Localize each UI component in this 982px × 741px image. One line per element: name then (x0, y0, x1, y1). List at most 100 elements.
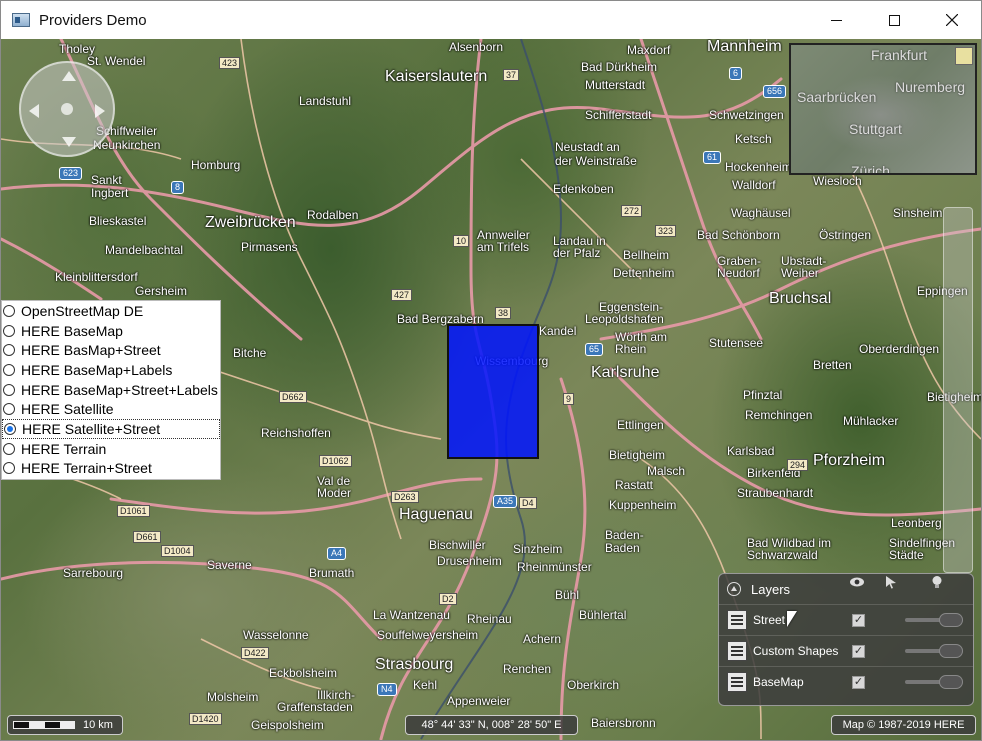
place-label: Mutterstadt (585, 78, 646, 92)
place-label: Mandelbachtal (105, 243, 184, 257)
provider-option[interactable]: HERE BaseMap+Labels (2, 360, 220, 380)
custom-shape-rectangle[interactable] (447, 324, 539, 459)
place-label: Bad Schönborn (697, 228, 780, 242)
place-label: am Trifels (477, 240, 530, 254)
place-label: Homburg (191, 158, 241, 172)
radio-button[interactable] (3, 304, 15, 317)
layer-visibility-checkbox[interactable]: ✓ (852, 613, 865, 627)
place-label: Renchen (503, 662, 552, 676)
place-label: der Weinstraße (555, 154, 637, 168)
place-label: Karlsruhe (591, 364, 660, 381)
pointer-icon[interactable] (883, 574, 899, 590)
provider-option[interactable]: HERE BasMap+Street (2, 340, 220, 360)
road-number: 272 (621, 205, 643, 217)
radio-button[interactable] (3, 324, 15, 337)
layer-icon (727, 672, 747, 692)
title-bar[interactable]: Providers Demo (1, 1, 981, 39)
provider-option[interactable]: HERE BaseMap+Street+Labels (2, 380, 220, 400)
provider-option[interactable]: HERE BaseMap (2, 321, 220, 341)
place-label: Saverne (207, 558, 252, 572)
navigation-control[interactable] (19, 61, 115, 157)
place-label: Graffenstaden (277, 700, 353, 714)
app-icon (12, 13, 30, 27)
place-label: Strasbourg (375, 656, 454, 673)
zoom-slider[interactable] (943, 207, 973, 573)
mouse-cursor-icon (787, 611, 797, 627)
scale-label: 10 km (83, 719, 113, 731)
layer-label: Custom Shapes (753, 644, 839, 658)
place-label: Bruchsal (769, 290, 832, 307)
layer-visibility-checkbox[interactable]: ✓ (852, 644, 865, 658)
layer-opacity-slider[interactable] (905, 675, 963, 689)
layer-visibility-checkbox[interactable]: ✓ (852, 675, 865, 689)
road-number: D4 (519, 497, 537, 509)
minimize-icon (830, 19, 842, 21)
place-label: Kaiserslautern (385, 68, 488, 85)
close-button[interactable] (929, 1, 975, 39)
road-number: 37 (503, 69, 520, 81)
place-label: Zweibrücken (205, 214, 296, 231)
provider-option[interactable]: OpenStreetMap DE (2, 301, 220, 321)
place-label: Wasselonne (243, 628, 309, 642)
place-label: Bellheim (623, 248, 670, 262)
slider-knob[interactable] (939, 644, 963, 658)
place-label: Schwetzingen (709, 108, 784, 122)
place-label: Bretten (813, 358, 852, 372)
minimap-label: Frankfurt (871, 47, 928, 63)
minimap[interactable]: Frankfurt Nuremberg Saarbrücken Stuttgart Zü… (789, 43, 977, 175)
provider-option-label: HERE BaseMap+Street+Labels (21, 381, 218, 398)
road-number: 38 (495, 307, 512, 319)
radio-button[interactable] (4, 422, 16, 435)
place-label: Schifferstadt (585, 108, 652, 122)
road-number: D662 (279, 391, 307, 403)
close-icon (946, 14, 958, 26)
place-label: Rheinmünster (517, 560, 592, 574)
collapse-icon[interactable] (727, 582, 741, 596)
radio-button[interactable] (3, 442, 15, 455)
map-view[interactable]: Tholey St. Wendel Alsenborn Maxdorf Mannheim… (1, 39, 981, 740)
place-label: Wiesloch (813, 174, 862, 188)
road-number: D1062 (319, 455, 352, 467)
radio-button[interactable] (3, 383, 15, 396)
place-label: Baden (605, 541, 640, 555)
place-label: Alsenborn (449, 40, 504, 54)
provider-option[interactable]: HERE Terrain+Street (2, 459, 220, 479)
pan-center-icon[interactable] (61, 103, 73, 115)
slider-knob[interactable] (939, 675, 963, 689)
pan-up-icon[interactable] (62, 71, 76, 81)
maximize-button[interactable] (871, 1, 917, 39)
layer-opacity-slider[interactable] (905, 613, 963, 627)
radio-button[interactable] (3, 363, 15, 376)
place-label: Rodalben (307, 208, 359, 222)
layers-panel: Layers Street ✓ Custom Shapes ✓ BaseMap ✓ (718, 573, 974, 706)
place-label: Neustadt an (555, 140, 620, 154)
layer-opacity-slider[interactable] (905, 644, 963, 658)
road-shield: A4 (327, 547, 347, 560)
provider-option[interactable]: HERE Terrain (2, 439, 220, 459)
place-label: Schwarzwald (747, 548, 818, 562)
provider-option[interactable]: HERE Satellite (2, 399, 220, 419)
place-label: Drusenheim (437, 554, 502, 568)
radio-button[interactable] (3, 462, 15, 475)
road-shield: 8 (171, 181, 185, 194)
layers-title: Layers (751, 581, 791, 597)
place-label: Edenkoben (553, 182, 614, 196)
road-shield: 656 (763, 85, 787, 98)
eye-icon[interactable] (849, 574, 865, 590)
provider-option-label: HERE BaseMap+Labels (21, 361, 173, 378)
radio-button[interactable] (3, 403, 15, 416)
place-label: Kandel (539, 324, 577, 338)
road-number: D1061 (117, 505, 150, 517)
minimize-button[interactable] (813, 1, 859, 39)
pan-right-icon[interactable] (95, 104, 105, 118)
layer-icon (727, 641, 747, 661)
radio-button[interactable] (3, 344, 15, 357)
provider-option[interactable]: HERE Satellite+Street (2, 419, 220, 439)
road-shield: 61 (703, 151, 722, 164)
place-label: Haguenau (399, 506, 473, 523)
pan-down-icon[interactable] (62, 137, 76, 147)
slider-knob[interactable] (939, 613, 963, 627)
minimap-toggle-icon[interactable] (955, 47, 973, 65)
pan-left-icon[interactable] (29, 104, 39, 118)
lightbulb-icon[interactable] (929, 574, 945, 590)
